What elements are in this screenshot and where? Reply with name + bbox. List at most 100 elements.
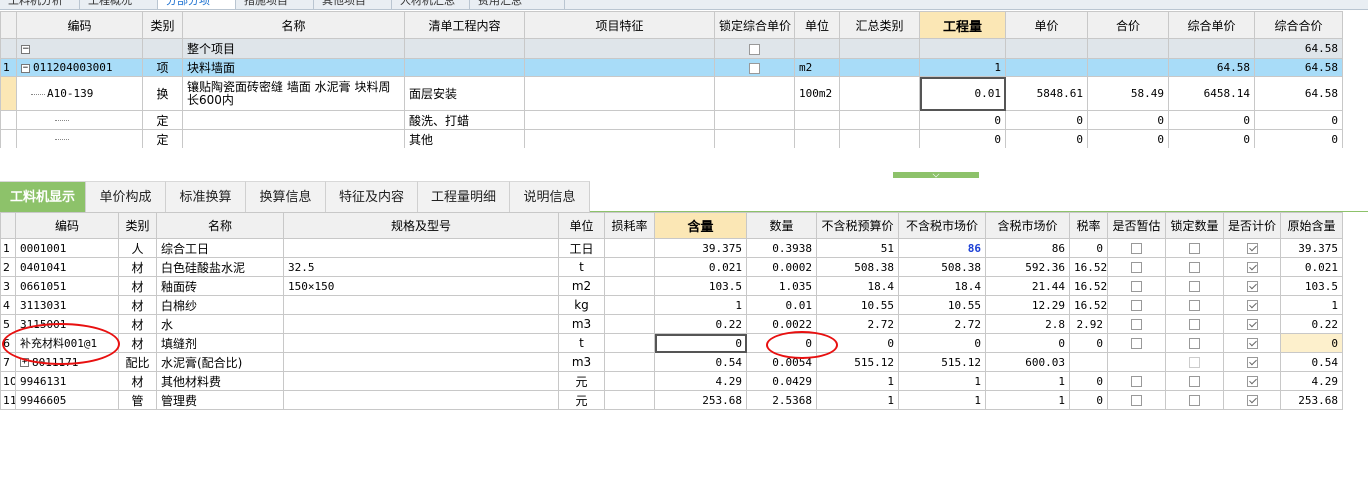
priced-checkbox[interactable] bbox=[1246, 243, 1258, 254]
lock-quantity-checkbox[interactable] bbox=[1189, 376, 1200, 387]
material-unit[interactable]: m3 bbox=[558, 314, 605, 334]
material-type[interactable]: 材 bbox=[118, 333, 157, 353]
bill-item-name[interactable]: 块料墙面 bbox=[182, 58, 405, 77]
material-market-price[interactable]: 86 bbox=[898, 238, 986, 258]
lower-header-tax-rate[interactable]: 税率 bbox=[1069, 212, 1108, 239]
material-content[interactable]: 0.021 bbox=[654, 257, 747, 277]
upper-header-lock-price[interactable]: 锁定综合单价 bbox=[714, 11, 795, 39]
material-name[interactable]: 白色硅酸盐水泥 bbox=[156, 257, 284, 277]
lock-quantity-checkbox[interactable] bbox=[1189, 281, 1200, 292]
material-market-price[interactable]: 18.4 bbox=[898, 276, 986, 296]
estimate-cell[interactable] bbox=[1107, 276, 1166, 296]
top-tab-6[interactable]: 人材机汇总 bbox=[392, 0, 470, 9]
lock-quantity-cell[interactable] bbox=[1165, 333, 1224, 353]
lower-header-orig-content[interactable]: 原始含量 bbox=[1280, 212, 1343, 239]
priced-cell[interactable] bbox=[1223, 238, 1281, 258]
quota-type[interactable]: 换 bbox=[142, 76, 183, 111]
tab-features[interactable]: 特征及内容 bbox=[326, 181, 418, 212]
material-row[interactable]: 7 +8011171 配比 水泥膏(配合比) m3 0.54 0.0054 515.12 515… bbox=[0, 352, 1343, 372]
material-budget-price[interactable]: 18.4 bbox=[816, 276, 899, 296]
material-loss[interactable] bbox=[604, 333, 655, 353]
upper-header-total[interactable]: 综合合价 bbox=[1254, 11, 1343, 39]
lock-quantity-cell[interactable] bbox=[1165, 352, 1224, 372]
quota-summary-type[interactable] bbox=[839, 76, 920, 111]
material-quantity[interactable]: 0.0429 bbox=[746, 371, 817, 391]
quota-content[interactable]: 酸洗、打蜡 bbox=[404, 110, 525, 130]
priced-checkbox[interactable] bbox=[1246, 357, 1258, 368]
material-spec[interactable] bbox=[283, 333, 559, 353]
lower-header-lock-qty[interactable]: 锁定数量 bbox=[1165, 212, 1224, 239]
quota-unit[interactable] bbox=[794, 129, 840, 149]
material-loss[interactable] bbox=[604, 371, 655, 391]
material-type[interactable]: 材 bbox=[118, 314, 157, 334]
lock-quantity-checkbox[interactable] bbox=[1189, 300, 1200, 311]
material-code[interactable]: 3113031 bbox=[15, 295, 119, 315]
material-spec[interactable] bbox=[283, 238, 559, 258]
material-tax-rate[interactable]: 16.52 bbox=[1069, 257, 1108, 277]
material-budget-price[interactable]: 515.12 bbox=[816, 352, 899, 372]
bill-item-unit[interactable]: m2 bbox=[794, 58, 840, 77]
quota-code[interactable]: A10-139 bbox=[16, 76, 143, 111]
priced-cell[interactable] bbox=[1223, 276, 1281, 296]
material-name[interactable]: 其他材料费 bbox=[156, 371, 284, 391]
material-unit[interactable]: m3 bbox=[558, 352, 605, 372]
material-tax-market-price[interactable]: 1 bbox=[985, 371, 1070, 391]
priced-checkbox[interactable] bbox=[1246, 338, 1258, 349]
material-budget-price[interactable]: 51 bbox=[816, 238, 899, 258]
material-budget-price[interactable]: 508.38 bbox=[816, 257, 899, 277]
material-tax-market-price[interactable]: 1 bbox=[985, 390, 1070, 410]
material-name[interactable]: 釉面砖 bbox=[156, 276, 284, 296]
material-quantity[interactable]: 2.5368 bbox=[746, 390, 817, 410]
upper-header-unit[interactable]: 单位 bbox=[794, 11, 840, 39]
estimate-cell[interactable] bbox=[1107, 371, 1166, 391]
priced-checkbox[interactable] bbox=[1246, 376, 1258, 387]
lock-price-cell[interactable] bbox=[714, 38, 795, 59]
material-name[interactable]: 填缝剂 bbox=[156, 333, 284, 353]
material-unit[interactable]: 元 bbox=[558, 390, 605, 410]
estimate-checkbox[interactable] bbox=[1131, 281, 1142, 292]
material-row[interactable]: 6 补充材料001@1 材填缝剂 t 0 0 0 0 0 0 0 bbox=[0, 333, 1343, 353]
root-tree-cell[interactable]: − bbox=[16, 38, 143, 59]
bill-item-content[interactable] bbox=[404, 58, 525, 77]
upper-header-summary-type[interactable]: 汇总类别 bbox=[839, 11, 920, 39]
lock-quantity-cell[interactable] bbox=[1165, 371, 1224, 391]
priced-cell[interactable] bbox=[1223, 314, 1281, 334]
top-tab-5[interactable]: 其他项目 bbox=[314, 0, 392, 9]
lower-header-quantity[interactable]: 数量 bbox=[746, 212, 817, 239]
estimate-cell[interactable] bbox=[1107, 333, 1166, 353]
material-code[interactable]: 0661051 bbox=[15, 276, 119, 296]
priced-checkbox[interactable] bbox=[1246, 300, 1258, 311]
lower-header-tax-market-price[interactable]: 含税市场价 bbox=[985, 212, 1070, 239]
material-market-price[interactable]: 508.38 bbox=[898, 257, 986, 277]
upper-header-unit-total[interactable]: 综合单价 bbox=[1168, 11, 1255, 39]
estimate-checkbox[interactable] bbox=[1131, 338, 1142, 349]
tab-quantity-detail[interactable]: 工程量明细 bbox=[418, 181, 510, 212]
lock-quantity-checkbox[interactable] bbox=[1189, 243, 1200, 254]
material-spec[interactable] bbox=[283, 390, 559, 410]
material-market-price[interactable]: 10.55 bbox=[898, 295, 986, 315]
lower-header-spec[interactable]: 规格及型号 bbox=[283, 212, 559, 239]
material-quantity[interactable]: 0.01 bbox=[746, 295, 817, 315]
quota-type[interactable]: 定 bbox=[142, 110, 183, 130]
material-row[interactable]: 3 0661051 材釉面砖 150×150 m2 103.5 1.035 18.4 18.4 2… bbox=[0, 276, 1343, 296]
material-tax-market-price[interactable]: 12.29 bbox=[985, 295, 1070, 315]
quota-quantity[interactable]: 0 bbox=[919, 110, 1006, 130]
material-type[interactable]: 材 bbox=[118, 295, 157, 315]
quota-name[interactable] bbox=[182, 110, 405, 130]
lock-quantity-cell[interactable] bbox=[1165, 276, 1224, 296]
material-code[interactable]: 9946605 bbox=[15, 390, 119, 410]
top-tab-1[interactable]: 工料机分析 bbox=[0, 0, 80, 9]
top-tab-7[interactable]: 费用汇总 bbox=[470, 0, 565, 9]
bill-item-summary-type[interactable] bbox=[839, 58, 920, 77]
material-tax-market-price[interactable]: 86 bbox=[985, 238, 1070, 258]
estimate-checkbox[interactable] bbox=[1131, 300, 1142, 311]
material-loss[interactable] bbox=[604, 390, 655, 410]
upper-header-code[interactable]: 编码 bbox=[16, 11, 143, 39]
estimate-cell[interactable] bbox=[1107, 238, 1166, 258]
lower-header-content[interactable]: 含量 bbox=[654, 212, 747, 239]
material-code[interactable]: +8011171 bbox=[15, 352, 119, 372]
estimate-checkbox[interactable] bbox=[1131, 243, 1142, 254]
material-unit[interactable]: 工日 bbox=[558, 238, 605, 258]
tab-conversion-info[interactable]: 换算信息 bbox=[246, 181, 326, 212]
material-tax-market-price[interactable]: 592.36 bbox=[985, 257, 1070, 277]
